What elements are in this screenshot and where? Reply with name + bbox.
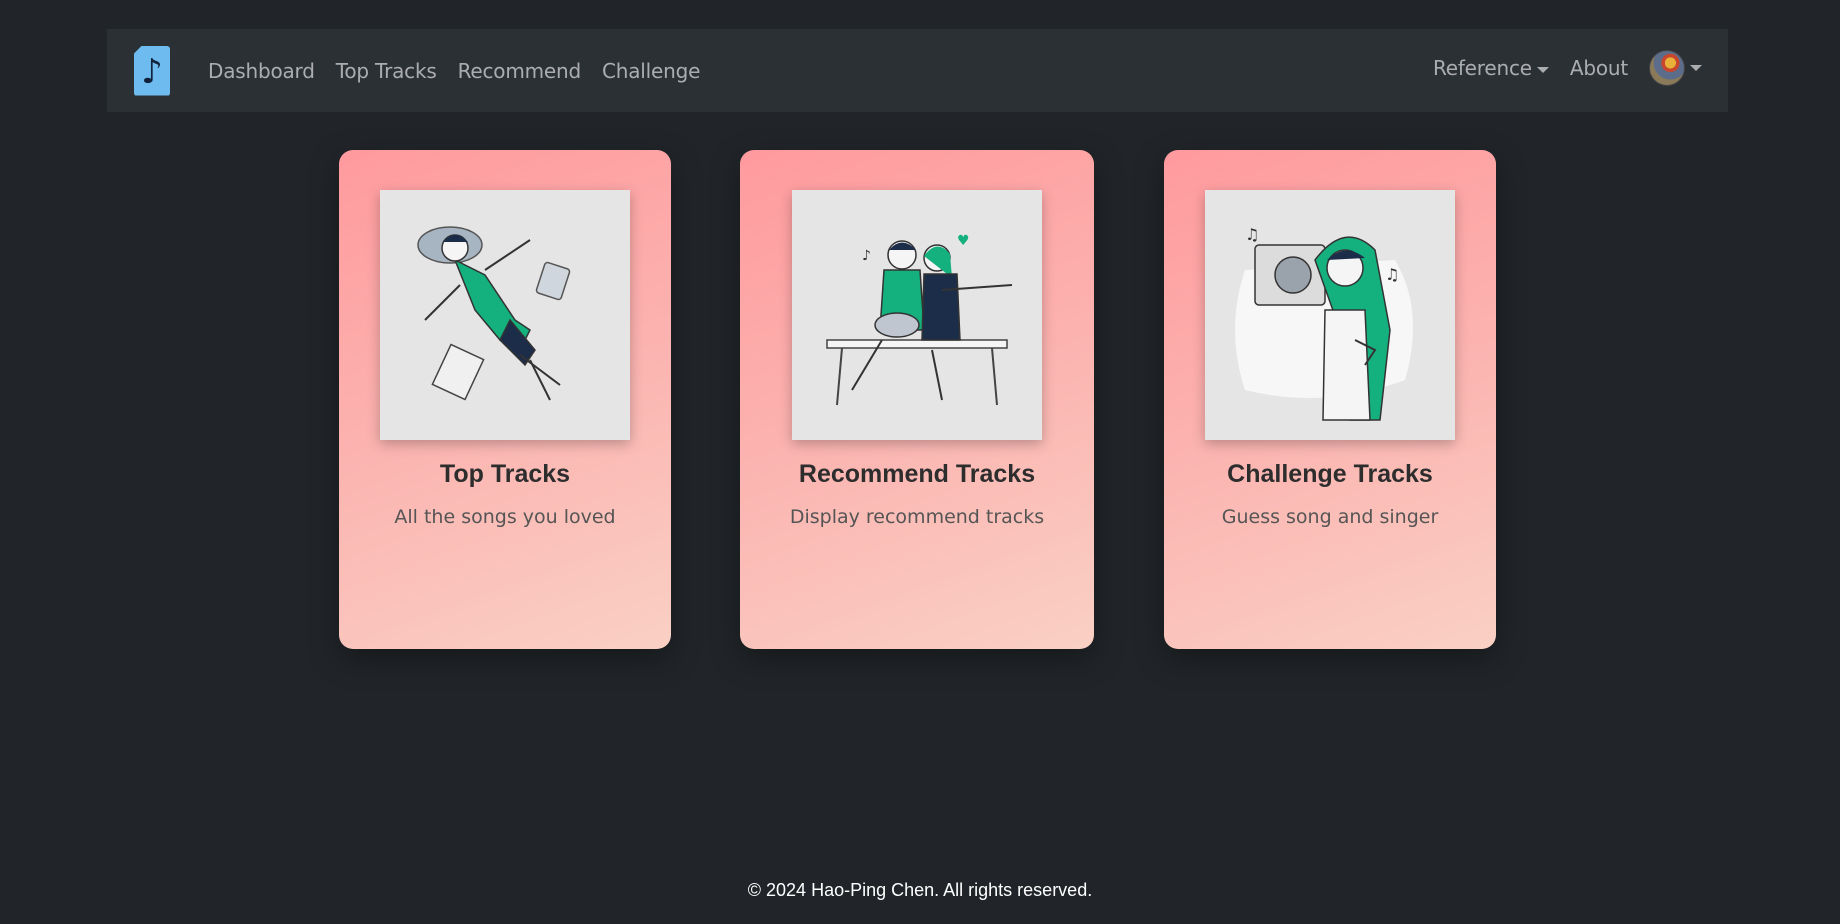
avatar[interactable]	[1649, 50, 1685, 86]
challenge-tracks-illustration: ♫ ♫	[1205, 190, 1455, 440]
card-title: Recommend Tracks	[798, 460, 1036, 488]
card-recommend-tracks[interactable]: ♪ ♥ Recommend Tracks Display recommend t…	[740, 150, 1094, 649]
chevron-down-icon	[1690, 65, 1702, 71]
card-title: Top Tracks	[439, 460, 571, 488]
chevron-down-icon	[1536, 66, 1549, 73]
card-top-tracks[interactable]: Top Tracks All the songs you loved	[339, 150, 671, 649]
svg-text:♪: ♪	[862, 248, 871, 264]
nav-about[interactable]: About	[1570, 56, 1628, 80]
nav-links: Dashboard Top Tracks Recommend Challenge	[208, 59, 721, 83]
navbar: ♪ Dashboard Top Tracks Recommend Challen…	[107, 29, 1728, 112]
reference-dropdown[interactable]: Reference	[1433, 56, 1549, 80]
nav-right: Reference About	[1433, 50, 1704, 86]
reference-label: Reference	[1432, 56, 1532, 80]
card-subtitle: Display recommend tracks	[789, 506, 1045, 528]
feature-cards: Top Tracks All the songs you loved ♪ ♥ R…	[0, 150, 1840, 650]
card-title: Challenge Tracks	[1227, 460, 1433, 488]
top-tracks-illustration	[380, 190, 630, 440]
svg-text:♫: ♫	[1385, 265, 1399, 284]
music-note-icon[interactable]: ♪	[134, 45, 170, 96]
nav-challenge[interactable]: Challenge	[602, 59, 700, 83]
nav-top-tracks[interactable]: Top Tracks	[336, 59, 437, 83]
nav-dashboard[interactable]: Dashboard	[208, 59, 315, 83]
card-subtitle: Guess song and singer	[1221, 506, 1439, 528]
nav-recommend[interactable]: Recommend	[458, 59, 582, 83]
svg-text:♫: ♫	[1245, 225, 1259, 244]
card-challenge-tracks[interactable]: ♫ ♫ Challenge Tracks Guess song and sing…	[1164, 150, 1496, 649]
recommend-tracks-illustration: ♪ ♥	[792, 190, 1042, 440]
svg-text:♥: ♥	[957, 233, 970, 249]
footer: © 2024 Hao-Ping Chen. All rights reserve…	[747, 880, 1093, 900]
card-subtitle: All the songs you loved	[394, 506, 616, 528]
user-menu[interactable]	[1649, 50, 1702, 86]
